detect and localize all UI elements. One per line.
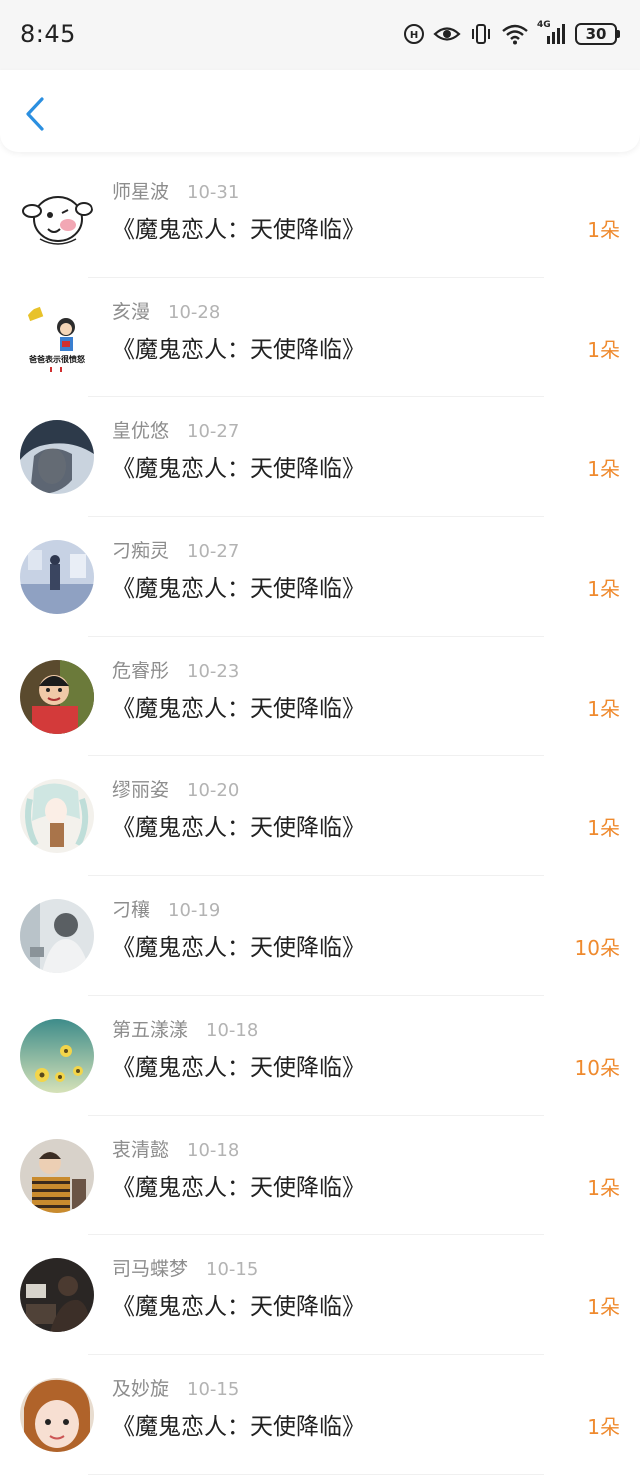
avatar-grey-portrait[interactable] [20,899,94,974]
item-meta: 及妙旋 10-15 [112,1374,239,1401]
gift-date: 10-23 [187,660,240,682]
avatar-dark-portrait[interactable] [20,420,94,495]
gift-date: 10-27 [187,421,240,443]
sender-name[interactable]: 亥漫 [112,297,150,324]
divider [88,1473,544,1475]
flower-count: 1朵 [587,457,620,482]
vibrate-icon [469,22,493,46]
flower-count: 1朵 [587,1414,620,1439]
wifi-icon [501,23,529,45]
avatar-flowers-sky[interactable] [20,1018,94,1093]
status-bar: 8:45 H 4G 30 [0,0,640,70]
sender-name[interactable]: 刁穰 [112,895,150,922]
gift-date: 10-15 [187,1378,240,1400]
sender-name[interactable]: 师星波 [112,177,169,204]
back-button[interactable] [18,94,52,134]
book-title: 《魔鬼恋人：天使降临》 [112,1413,365,1440]
list-item[interactable]: 刁痴灵 10-27 《魔鬼恋人：天使降临》 1朵 [0,517,640,637]
book-title: 《魔鬼恋人：天使降临》 [112,1174,365,1201]
list-item[interactable]: 皇优悠 10-27 《魔鬼恋人：天使降临》 1朵 [0,397,640,518]
book-title: 《魔鬼恋人：天使降临》 [112,815,365,842]
item-meta: 刁穰 10-19 [112,895,220,922]
avatar-striped-shirt[interactable] [20,1138,94,1213]
svg-text:爸爸表示很愤怒: 爸爸表示很愤怒 [28,354,85,364]
book-title: 《魔鬼恋人：天使降临》 [112,1054,365,1081]
book-title: 《魔鬼恋人：天使降临》 [112,935,365,962]
list-item[interactable]: 缪丽姿 10-20 《魔鬼恋人：天使降临》 1朵 [0,756,640,877]
signal-icon: 4G [537,20,567,46]
gift-date: 10-18 [206,1019,259,1041]
list-item[interactable]: 爸爸表示很愤怒 亥漫 10-28 《魔鬼恋人：天使降临》 1朵 [0,278,640,398]
flower-count: 1朵 [587,577,620,602]
sender-name[interactable]: 衷清懿 [112,1135,169,1162]
item-meta: 危睿彤 10-23 [112,656,239,683]
sender-name[interactable]: 危睿彤 [112,656,169,683]
book-title: 《魔鬼恋人：天使降临》 [112,695,365,722]
item-meta: 师星波 10-31 [112,177,239,204]
gift-date: 10-18 [187,1139,240,1161]
eye-icon [433,23,461,45]
book-title: 《魔鬼恋人：天使降临》 [112,217,365,243]
list-item[interactable]: 第五漾漾 10-18 《魔鬼恋人：天使降临》 10朵 [0,996,640,1116]
sender-name[interactable]: 刁痴灵 [112,536,169,563]
gift-date: 10-27 [187,541,240,563]
item-meta: 司马蝶梦 10-15 [112,1254,258,1281]
flower-count: 1朵 [587,816,620,841]
avatar-cartoon-meme[interactable]: 爸爸表示很愤怒 [20,300,94,375]
nav-bar [0,70,640,152]
list-item[interactable]: 危睿彤 10-23 《魔鬼恋人：天使降临》 1朵 [0,637,640,757]
avatar-girl-face[interactable] [20,1377,94,1452]
flower-count: 1朵 [587,1295,620,1320]
avatar-child-photo[interactable] [20,659,94,734]
flower-count: 1朵 [587,696,620,721]
flower-count: 10朵 [574,1055,620,1080]
sender-name[interactable]: 司马蝶梦 [112,1254,188,1281]
sender-name[interactable]: 皇优悠 [112,416,169,443]
avatar-anime-girl[interactable] [20,779,94,854]
hd-icon: H [403,23,425,45]
status-time: 8:45 [20,20,76,48]
avatar-dark-room[interactable] [20,1258,94,1333]
list-item[interactable]: 司马蝶梦 10-15 《魔鬼恋人：天使降临》 1朵 [0,1235,640,1355]
avatar-blue-scene[interactable] [20,540,94,615]
item-meta: 皇优悠 10-27 [112,416,239,443]
gift-date: 10-19 [168,900,221,922]
book-title: 《魔鬼恋人：天使降临》 [112,576,365,603]
flower-count: 1朵 [587,218,620,242]
gift-list: 师星波 10-31 《魔鬼恋人：天使降临》 1朵 爸爸表示很愤怒 亥漫 10-2… [0,158,640,1475]
item-meta: 亥漫 10-28 [112,297,220,324]
status-icons: H 4G 30 [403,20,620,46]
gift-date: 10-15 [206,1259,259,1281]
svg-text:H: H [410,30,418,41]
list-item[interactable]: 衷清懿 10-18 《魔鬼恋人：天使降临》 1朵 [0,1116,640,1236]
gift-date: 10-20 [187,780,240,802]
book-title: 《魔鬼恋人：天使降临》 [112,456,365,483]
list-item[interactable]: 刁穰 10-19 《魔鬼恋人：天使降临》 10朵 [0,876,640,996]
list-item[interactable]: 及妙旋 10-15 《魔鬼恋人：天使降临》 1朵 [0,1355,640,1475]
book-title: 《魔鬼恋人：天使降临》 [112,1294,365,1321]
item-meta: 刁痴灵 10-27 [112,536,239,563]
flower-count: 1朵 [587,1175,620,1200]
battery-level: 30 [575,23,617,45]
item-meta: 衷清懿 10-18 [112,1135,239,1162]
flower-count: 1朵 [587,337,620,362]
gift-date: 10-31 [187,182,240,203]
gift-date: 10-28 [168,301,221,323]
item-meta: 第五漾漾 10-18 [112,1015,258,1042]
list-item[interactable]: 师星波 10-31 《魔鬼恋人：天使降临》 1朵 [0,158,640,278]
item-meta: 缪丽姿 10-20 [112,775,239,802]
book-title: 《魔鬼恋人：天使降临》 [112,336,365,363]
sender-name[interactable]: 第五漾漾 [112,1015,188,1042]
sender-name[interactable]: 缪丽姿 [112,775,169,802]
battery-icon: 30 [575,23,620,45]
flower-count: 10朵 [574,936,620,961]
sender-name[interactable]: 及妙旋 [112,1374,169,1401]
avatar-cartoon-face[interactable] [20,181,94,255]
chevron-left-icon [26,97,44,131]
